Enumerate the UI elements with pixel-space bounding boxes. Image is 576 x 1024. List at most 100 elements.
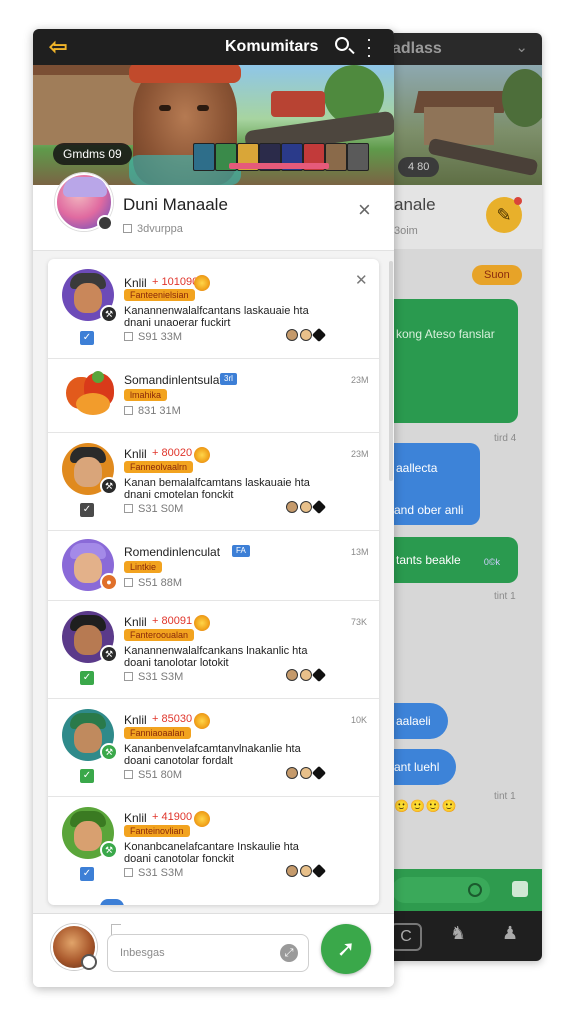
emoji-icon[interactable] xyxy=(468,883,482,897)
reaction-icons xyxy=(286,499,336,515)
avatar[interactable] xyxy=(51,924,97,970)
attachment-icon[interactable] xyxy=(512,881,528,897)
burst-icon xyxy=(194,275,210,291)
message-input-placeholder: Inbesgas xyxy=(120,947,165,959)
reaction-icons xyxy=(286,327,336,343)
message-text: aalaeli xyxy=(396,714,431,728)
message-extra: 0©k xyxy=(483,557,500,567)
send-icon: ➚ xyxy=(336,936,356,961)
item-title: Somandinlentsulat xyxy=(124,373,223,387)
food-shape xyxy=(92,371,104,383)
checkbox-checked[interactable]: ✓ xyxy=(80,331,94,345)
item-time: 13M xyxy=(351,547,369,557)
item-title: Knlil xyxy=(124,811,147,825)
reaction-icon xyxy=(311,667,327,683)
item-tag: Fanterooualan xyxy=(124,629,195,641)
pen-icon[interactable]: ✎ xyxy=(486,197,522,233)
item-meta: S51 80M xyxy=(124,769,182,781)
reaction-icon xyxy=(311,327,327,343)
burst-icon xyxy=(194,713,210,729)
chat-message-bubble[interactable]: aallecta and ober anli xyxy=(384,443,480,525)
profile-subtitle: 3dvurppa xyxy=(123,223,183,235)
item-meta: S91 33M xyxy=(124,331,182,343)
checkbox-icon xyxy=(124,504,133,513)
item-tag: Fanteenielsian xyxy=(124,289,195,301)
reaction-icon xyxy=(286,865,298,877)
item-meta-text: S51 80M xyxy=(138,769,183,781)
item-number: + 80020 xyxy=(152,447,193,459)
item-meta: 831 31M xyxy=(124,405,181,417)
avatar-face xyxy=(74,625,102,655)
group-food-image xyxy=(62,371,122,421)
banner-truck xyxy=(271,91,325,117)
checkbox-checked[interactable]: ✓ xyxy=(80,503,94,517)
chat-message-bubble[interactable]: ant luehl xyxy=(384,749,456,785)
item-number: + 41900 xyxy=(152,811,193,823)
item-meta-text: 831 31M xyxy=(138,405,181,417)
reaction-icon xyxy=(300,501,312,513)
screen: adlass ⌄ 4 80 anale 3oim ✎ Suon kong Ate… xyxy=(0,0,576,1024)
reaction-icon xyxy=(311,863,327,879)
send-button[interactable]: ➚ xyxy=(321,924,371,974)
attachment-icon[interactable]: ⤢ xyxy=(280,944,298,962)
list-item[interactable]: ⚒ Knlil + 101090 Fanteenielsian Kanannen… xyxy=(48,259,379,359)
search-icon[interactable] xyxy=(335,37,349,51)
message-text: kong Ateso fanslar xyxy=(396,327,495,341)
chat-title: adlass xyxy=(392,40,442,57)
reaction-icon xyxy=(300,329,312,341)
item-number: + 101090 xyxy=(152,276,199,288)
list-item[interactable]: ⚒ Knlil + 80091 Fanterooualan Kanannenwa… xyxy=(48,601,379,699)
next-item-peek xyxy=(100,899,124,905)
chat-message-bubble[interactable]: tants beakle 0©k xyxy=(384,537,518,583)
banner-hero-eye xyxy=(197,105,209,111)
checkbox-checked[interactable]: ✓ xyxy=(80,867,94,881)
avatar-badge-icon xyxy=(81,954,97,970)
nav-notification-icon[interactable]: ♞ xyxy=(450,923,466,944)
community-list[interactable]: ⚒ Knlil + 101090 Fanteenielsian Kanannen… xyxy=(48,259,379,905)
list-item[interactable]: ● Romendinlenculat FA Lintkie S51 88M 13… xyxy=(48,531,379,601)
background-chat-panel[interactable]: adlass ⌄ 4 80 anale 3oim ✎ Suon kong Ate… xyxy=(384,33,542,961)
message-input[interactable]: Inbesgas ⤢ xyxy=(107,934,309,972)
nav-person-icon[interactable]: ♟ xyxy=(502,923,518,944)
message-time: tint 1 xyxy=(494,791,516,802)
reaction-icon xyxy=(300,767,312,779)
scrollbar[interactable] xyxy=(389,261,393,481)
message-text: ant luehl xyxy=(394,760,440,774)
chevron-down-icon[interactable]: ⌄ xyxy=(515,38,528,56)
reaction-icon xyxy=(300,669,312,681)
list-item[interactable]: ⚒ Knlil + 41900 Fanteinovlian Konanbcane… xyxy=(48,797,379,897)
chat-input[interactable] xyxy=(392,877,490,903)
close-icon[interactable]: × xyxy=(358,197,371,223)
chat-profile-name: anale xyxy=(394,195,436,214)
nav-home-icon[interactable]: C xyxy=(390,923,422,951)
avatar[interactable] xyxy=(55,173,113,231)
tools-icon: ⚒ xyxy=(100,841,118,859)
item-meta: S31 S0M xyxy=(124,503,183,515)
item-meta-text: S31 S0M xyxy=(138,503,184,515)
more-vertical-icon[interactable]: · · · xyxy=(364,30,374,64)
checkbox-icon xyxy=(124,770,133,779)
checkbox-checked[interactable]: ✓ xyxy=(80,671,94,685)
chat-message-bubble[interactable]: kong Ateso fanslar xyxy=(384,299,518,423)
banner-tree xyxy=(502,69,542,127)
message-text: tants beakle xyxy=(396,553,461,567)
checkbox-icon xyxy=(124,332,133,341)
list-item[interactable]: ⚒ Knlil + 80020 Fanneolvaalrn Kanan bema… xyxy=(48,433,379,531)
item-meta: S31 S3M xyxy=(124,867,183,879)
checkbox-checked[interactable]: ✓ xyxy=(80,769,94,783)
item-meta: S51 88M xyxy=(124,577,182,589)
banner-game-label[interactable]: Gmdms 09 xyxy=(53,143,132,165)
item-time: 73K xyxy=(351,617,368,627)
list-item[interactable]: Somandinlentsulat 3rl lmahika 831 31M 23… xyxy=(48,359,379,433)
item-title: Knlil xyxy=(124,615,147,629)
item-tag: Fanniaoaalan xyxy=(124,727,191,739)
flame-icon: ● xyxy=(100,573,118,591)
list-item[interactable]: ⚒ Knlil + 85030 Fanniaoaalan Kananbenvel… xyxy=(48,699,379,797)
avatar-face xyxy=(74,723,102,753)
back-arrow-icon[interactable]: ⇦ xyxy=(49,34,67,60)
avatar-face xyxy=(74,283,102,313)
thumbnail[interactable] xyxy=(347,143,369,171)
thumbnail[interactable] xyxy=(193,143,215,171)
close-icon[interactable]: ✕ xyxy=(355,271,368,289)
item-time: 23M xyxy=(351,449,369,459)
